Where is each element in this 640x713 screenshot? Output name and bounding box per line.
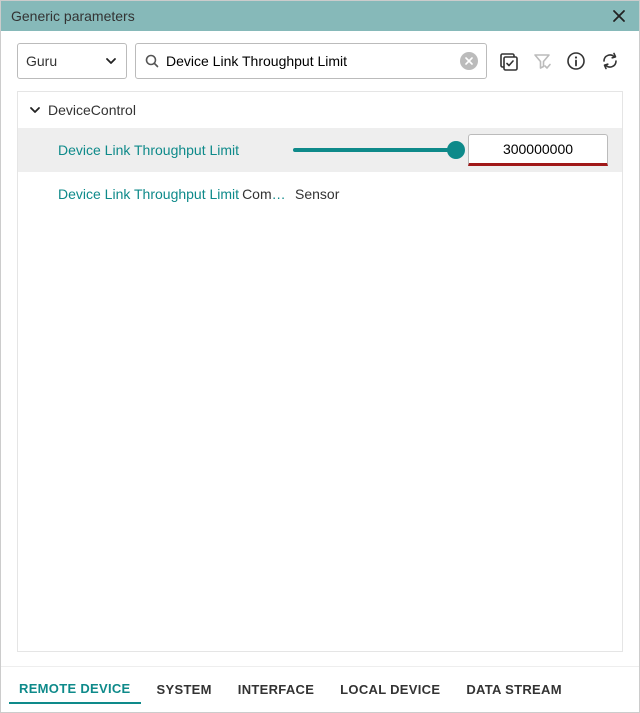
tree-group-label: DeviceControl (48, 102, 136, 118)
throughput-slider[interactable] (293, 148, 468, 152)
search-icon (144, 53, 160, 69)
window: Generic parameters Guru (0, 0, 640, 713)
info-icon (565, 50, 587, 72)
param-row-throughput-components[interactable]: Device Link Throughput LimitComp… Sensor (18, 172, 622, 216)
param-label: Device Link Throughput Limit (58, 142, 293, 158)
throughput-value-input[interactable] (468, 134, 608, 166)
slider-thumb[interactable] (447, 141, 465, 159)
window-title: Generic parameters (11, 8, 609, 24)
search-clear-button[interactable] (460, 52, 478, 70)
tab-system[interactable]: SYSTEM (147, 676, 222, 703)
refresh-button[interactable] (597, 48, 623, 74)
bottom-tabs: REMOTE DEVICE SYSTEM INTERFACE LOCAL DEV… (1, 666, 639, 712)
search-box[interactable] (135, 43, 487, 79)
info-button[interactable] (563, 48, 589, 74)
tree-group-devicecontrol[interactable]: DeviceControl (18, 92, 622, 128)
filter-button[interactable] (529, 48, 555, 74)
tab-interface[interactable]: INTERFACE (228, 676, 324, 703)
apply-all-button[interactable] (495, 48, 521, 74)
param-label: Device Link Throughput LimitComp… (58, 186, 293, 202)
parameter-tree: DeviceControl Device Link Throughput Lim… (17, 91, 623, 652)
refresh-icon (599, 50, 621, 72)
visibility-level-value: Guru (26, 53, 104, 69)
chevron-down-icon (104, 54, 118, 68)
visibility-level-selector[interactable]: Guru (17, 43, 127, 79)
param-row-throughput-limit[interactable]: Device Link Throughput Limit (18, 128, 622, 172)
check-square-icon (497, 50, 519, 72)
toolbar: Guru (1, 31, 639, 91)
slider-track (293, 148, 456, 152)
clear-icon (465, 57, 473, 65)
tab-local-device[interactable]: LOCAL DEVICE (330, 676, 450, 703)
param-value-text: Sensor (293, 186, 433, 202)
chevron-down-icon (28, 103, 42, 117)
titlebar: Generic parameters (1, 1, 639, 31)
tab-data-stream[interactable]: DATA STREAM (456, 676, 572, 703)
close-button[interactable] (609, 6, 629, 26)
close-icon (611, 8, 627, 24)
search-input[interactable] (166, 53, 460, 69)
tab-remote-device[interactable]: REMOTE DEVICE (9, 675, 141, 704)
funnel-icon (531, 50, 553, 72)
